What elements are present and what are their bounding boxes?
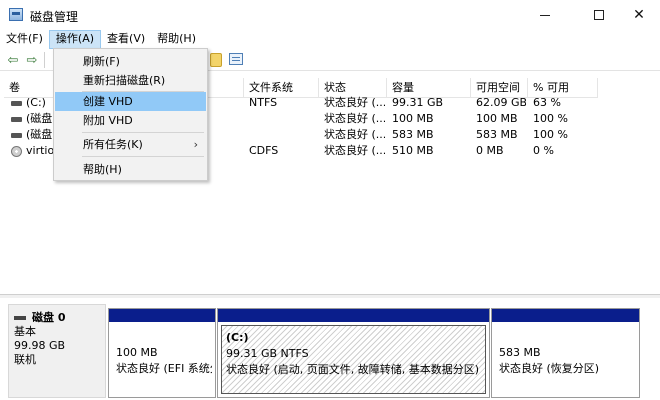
cell-percent-free: 100 % (533, 112, 568, 125)
disk-icon (14, 316, 26, 320)
partition-status: 状态良好 (EFI 系统分区) (116, 362, 212, 375)
cell-percent-free: 100 % (533, 128, 568, 141)
cell-status: 状态良好 (... (324, 112, 385, 125)
menu-bar: 文件(F) 操作(A) 查看(V) 帮助(H) (0, 30, 660, 49)
volume-icon (11, 100, 22, 106)
cell-percent-free: 0 % (533, 144, 554, 157)
menu-separator (82, 156, 204, 157)
disk-type: 基本 (14, 325, 36, 338)
cell-capacity: 99.31 GB (392, 96, 444, 109)
partition-c[interactable]: (C:) 99.31 GB NTFS 状态良好 (启动, 页面文件, 故障转储,… (217, 308, 490, 398)
cell-status: 状态良好 (... (324, 96, 385, 109)
submenu-arrow-icon: › (193, 138, 198, 151)
cell-free-space: 583 MB (476, 128, 518, 141)
menu-item-attach-vhd[interactable]: 附加 VHD (55, 111, 206, 130)
partition-recovery[interactable]: 583 MB 状态良好 (恢复分区) (491, 308, 640, 398)
cell-capacity: 100 MB (392, 112, 434, 125)
close-icon: ✕ (633, 7, 645, 23)
partition-title: (C:) (226, 331, 249, 344)
menu-item-rescan-disks[interactable]: 重新扫描磁盘(R) (55, 71, 206, 90)
disk-info-panel[interactable]: 磁盘 0 基本 99.98 GB 联机 (8, 304, 106, 398)
menu-item-help[interactable]: 帮助(H) (55, 160, 206, 179)
disk-map: 磁盘 0 基本 99.98 GB 联机 100 MB 状态良好 (EFI 系统分… (0, 298, 660, 400)
partition-size: 99.31 GB NTFS (226, 347, 309, 360)
partition-efi[interactable]: 100 MB 状态良好 (EFI 系统分区) (108, 308, 216, 398)
partition-status: 状态良好 (启动, 页面文件, 故障转储, 基本数据分区) (226, 363, 480, 376)
partition-header-bar (218, 309, 489, 322)
partition-header-bar (109, 309, 215, 322)
window-title: 磁盘管理 (30, 10, 79, 24)
help-icon[interactable] (210, 53, 222, 67)
toolbar-separator (44, 52, 45, 68)
volume-icon (11, 116, 22, 122)
partition-body: (C:) 99.31 GB NTFS 状态良好 (启动, 页面文件, 故障转储,… (221, 325, 486, 394)
cell-free-space: 0 MB (476, 144, 504, 157)
menu-separator (82, 132, 204, 133)
disk-management-icon (9, 8, 23, 21)
disk-status: 联机 (14, 353, 36, 366)
disk-name: 磁盘 0 (32, 311, 66, 324)
menu-item-create-vhd[interactable]: 创建 VHD (55, 92, 206, 111)
menu-item-all-tasks-label: 所有任务(K) (83, 138, 143, 151)
cell-filesystem: NTFS (249, 96, 278, 109)
menu-item-all-tasks[interactable]: 所有任务(K) › (55, 135, 206, 154)
cd-drive-icon (11, 145, 22, 157)
properties-icon[interactable] (229, 53, 243, 65)
partition-status: 状态良好 (恢复分区) (499, 362, 600, 375)
back-arrow-icon[interactable]: ⇦ (5, 52, 21, 68)
menu-file[interactable]: 文件(F) (0, 30, 49, 49)
volume-icon (11, 132, 22, 138)
partition-size: 100 MB (116, 346, 158, 359)
partition-body: 583 MB 状态良好 (恢复分区) (495, 325, 636, 394)
cell-free-space: 100 MB (476, 112, 518, 125)
cell-free-space: 62.09 GB (476, 96, 526, 109)
partition-size: 583 MB (499, 346, 541, 359)
menu-action[interactable]: 操作(A) (48, 30, 102, 49)
menu-help[interactable]: 帮助(H) (151, 30, 202, 49)
cell-capacity: 583 MB (392, 128, 434, 141)
menu-view[interactable]: 查看(V) (101, 30, 151, 49)
partition-header-bar (492, 309, 639, 322)
forward-arrow-icon[interactable]: ⇨ (24, 52, 40, 68)
cell-volume: (C:) (26, 96, 46, 109)
cell-capacity: 510 MB (392, 144, 434, 157)
disk-size: 99.98 GB (14, 339, 66, 352)
cell-status: 状态良好 (... (324, 128, 385, 141)
menu-item-refresh[interactable]: 刷新(F) (55, 52, 206, 71)
cell-filesystem: CDFS (249, 144, 279, 157)
title-bar: 磁盘管理 ✕ (0, 0, 660, 30)
cell-status: 状态良好 (... (324, 144, 385, 157)
maximize-icon (594, 10, 604, 20)
minimize-button[interactable] (522, 0, 568, 30)
action-menu-dropdown: 刷新(F) 重新扫描磁盘(R) 创建 VHD 附加 VHD 所有任务(K) › … (53, 48, 208, 181)
minimize-icon (540, 14, 550, 16)
partition-body: 100 MB 状态良好 (EFI 系统分区) (112, 325, 212, 394)
close-button[interactable]: ✕ (616, 0, 660, 30)
cell-percent-free: 63 % (533, 96, 561, 109)
